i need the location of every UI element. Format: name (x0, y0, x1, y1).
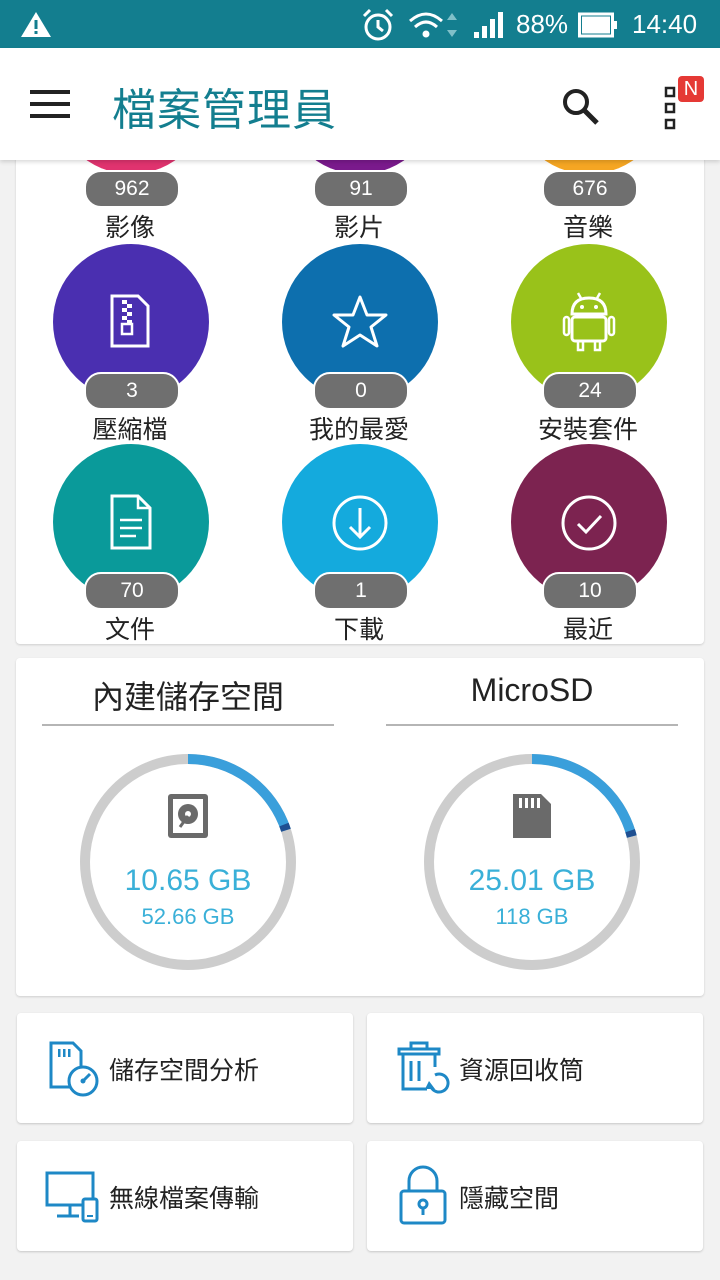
storage-ring (80, 754, 296, 970)
category-count: 0 (313, 372, 409, 410)
storage-used: 10.65 GB (124, 864, 252, 897)
category-count: 24 (542, 372, 638, 410)
storage-total: 52.66 GB (141, 904, 235, 929)
microsd-storage[interactable]: MicroSD 25.01 GB 118 GB (360, 658, 704, 996)
storage-divider (386, 724, 678, 726)
storage-ring (424, 754, 640, 970)
category-label: 我的最愛 (308, 415, 409, 444)
category-label: 音樂 (562, 213, 613, 242)
storage-title: MicroSD (470, 672, 594, 708)
hidden-space-button[interactable]: 隱藏空間 (367, 1141, 703, 1251)
android-icon (562, 292, 616, 352)
internal-storage[interactable]: 內建儲存空間 10.65 GB 52.66 GB (16, 658, 360, 996)
categories-card: 962 影像 91 影片 676 音樂 3 壓縮檔 0 我的最愛 24 安裝套件… (16, 150, 704, 644)
notification-badge: N (678, 76, 704, 102)
zip-file-icon (110, 294, 150, 348)
search-icon[interactable] (560, 86, 600, 126)
wireless-transfer-button[interactable]: 無線檔案傳輸 (17, 1141, 353, 1251)
storage-divider (42, 724, 334, 726)
storage-card: 內建儲存空間 10.65 GB 52.66 GB MicroSD 25.01 G… (16, 658, 704, 996)
category-apks[interactable]: 24 安裝套件 (474, 242, 703, 444)
storage-used: 25.01 GB (468, 864, 596, 897)
wireless-transfer-icon (45, 1171, 99, 1223)
category-count: 962 (84, 170, 180, 208)
category-archives[interactable]: 3 壓縮檔 (16, 242, 245, 444)
category-label: 文件 (104, 615, 155, 644)
category-count: 676 (542, 170, 638, 208)
category-count: 70 (84, 572, 180, 610)
wifi-icon (409, 12, 457, 38)
recycle-bin-icon (397, 1041, 450, 1094)
tool-label: 資源回收筒 (459, 1056, 585, 1085)
battery-icon (578, 12, 617, 38)
tool-label: 儲存空間分析 (109, 1056, 260, 1085)
recycle-bin-button[interactable]: 資源回收筒 (367, 1013, 703, 1123)
category-count: 91 (313, 170, 409, 208)
status-bar: 88% 14:40 (0, 0, 720, 48)
category-count: 1 (313, 572, 409, 610)
storage-analyzer-icon (49, 1041, 99, 1097)
category-count: 3 (84, 372, 180, 410)
download-icon (332, 495, 388, 551)
check-circle-icon (561, 495, 617, 551)
warning-icon (21, 12, 51, 37)
category-favorites[interactable]: 0 我的最愛 (245, 242, 474, 444)
category-count: 10 (542, 572, 638, 610)
category-label: 安裝套件 (537, 415, 638, 444)
category-music[interactable]: 676 音樂 (474, 150, 703, 242)
category-documents[interactable]: 70 文件 (16, 444, 245, 644)
app-bar: 檔案管理員 N (0, 48, 720, 160)
sd-card-icon (513, 794, 551, 838)
storage-total: 118 GB (495, 904, 569, 929)
category-downloads[interactable]: 1 下載 (245, 444, 474, 644)
alarm-icon (362, 8, 394, 41)
menu-icon[interactable] (30, 88, 70, 120)
file-list-notification-button[interactable]: N (660, 76, 710, 136)
category-videos[interactable]: 91 影片 (245, 150, 474, 242)
storage-title: 內建儲存空間 (91, 679, 284, 715)
tool-label: 無線檔案傳輸 (109, 1184, 260, 1213)
category-label: 影片 (333, 213, 384, 242)
signal-icon (474, 12, 503, 38)
tool-label: 隱藏空間 (459, 1184, 560, 1213)
category-recent[interactable]: 10 最近 (474, 444, 703, 644)
app-title: 檔案管理員 (112, 85, 337, 136)
document-icon (110, 494, 152, 550)
hard-drive-icon (168, 794, 208, 838)
category-label: 最近 (562, 615, 613, 644)
category-label: 下載 (333, 615, 384, 644)
clock: 14:40 (632, 9, 698, 39)
category-label: 壓縮檔 (92, 415, 168, 444)
battery-percentage: 88% (516, 9, 569, 39)
storage-analyzer-button[interactable]: 儲存空間分析 (17, 1013, 353, 1123)
category-images[interactable]: 962 影像 (16, 150, 245, 242)
category-label: 影像 (104, 213, 155, 242)
lock-icon (399, 1165, 447, 1225)
star-icon (332, 295, 388, 348)
